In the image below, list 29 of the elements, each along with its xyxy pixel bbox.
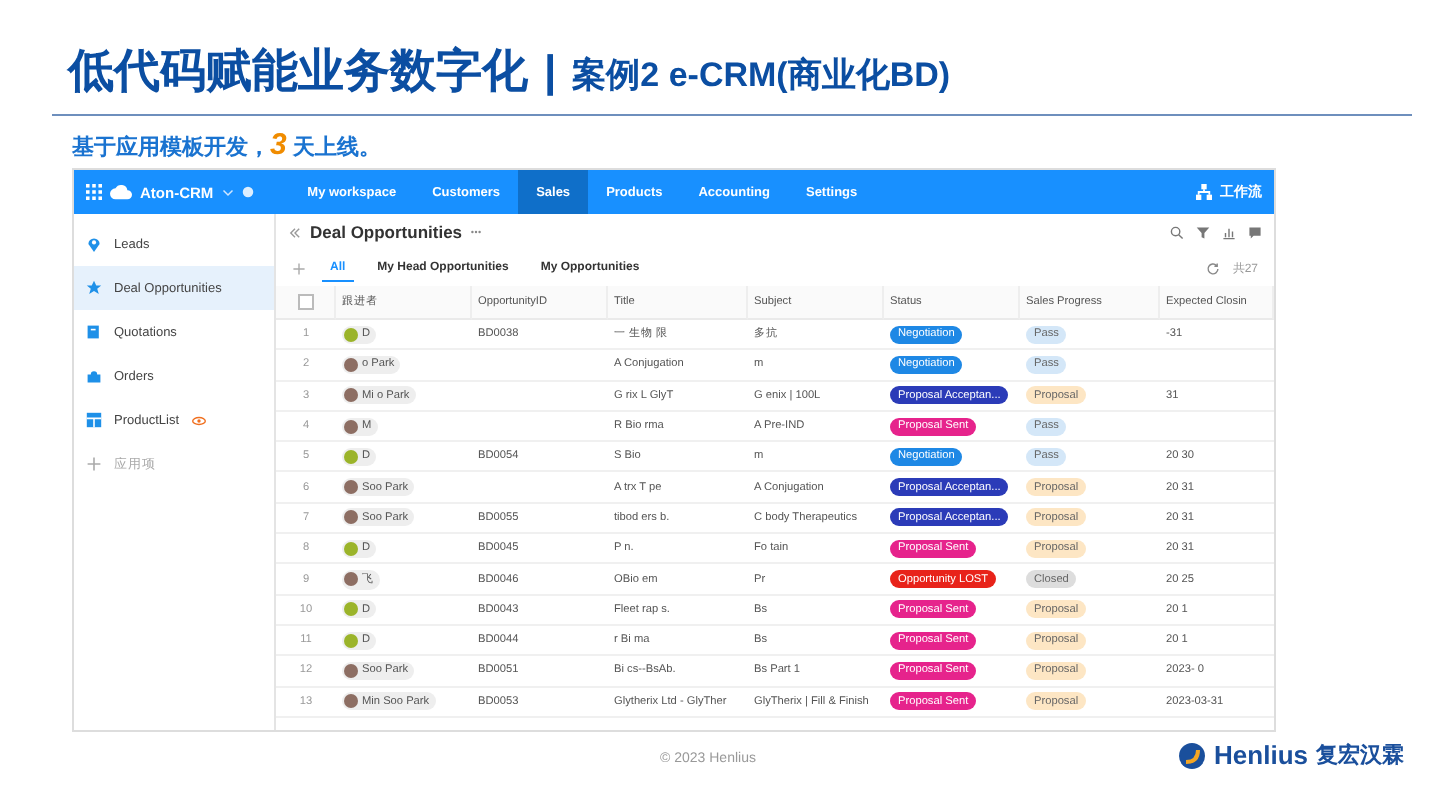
- slide-subtitle: 案例2 e-CRM(商业化BD): [572, 54, 951, 98]
- plus-icon[interactable]: [292, 261, 306, 275]
- star-icon: [86, 280, 102, 296]
- bar-chart-icon[interactable]: [1222, 225, 1236, 239]
- bag-icon: [86, 368, 102, 384]
- logo-icon: [1178, 741, 1207, 769]
- info-icon[interactable]: [241, 186, 254, 198]
- refresh-icon[interactable]: [1206, 261, 1221, 275]
- lead-text: 基于应用模板开发，3 天上线。: [70, 126, 383, 160]
- search-icon[interactable]: [1170, 225, 1184, 239]
- collapse-icon[interactable]: [288, 225, 302, 239]
- chevron-icon[interactable]: [221, 186, 234, 198]
- table-icon: [86, 412, 102, 428]
- select-all-checkbox[interactable]: [297, 294, 313, 310]
- workflow-icon[interactable]: [1196, 184, 1212, 200]
- logo-chinese-text: 复宏汉霖: [1316, 741, 1404, 770]
- page-title: Deal Opportunities: [310, 222, 463, 242]
- slide-title: 低代码赋能业务数字化: [68, 42, 528, 100]
- title-separator: |: [544, 46, 557, 98]
- comment-icon[interactable]: [1248, 225, 1262, 239]
- filter-icon[interactable]: [1196, 225, 1210, 239]
- location-pin-icon: [86, 236, 102, 252]
- eye-icon: [191, 415, 206, 425]
- cloud-icon: [110, 184, 132, 200]
- logo-text: Henlius: [1214, 740, 1308, 770]
- plus-icon: [86, 456, 102, 472]
- apps-grid-icon[interactable]: [86, 184, 102, 200]
- document-icon: [86, 324, 102, 340]
- more-icon[interactable]: [470, 226, 483, 238]
